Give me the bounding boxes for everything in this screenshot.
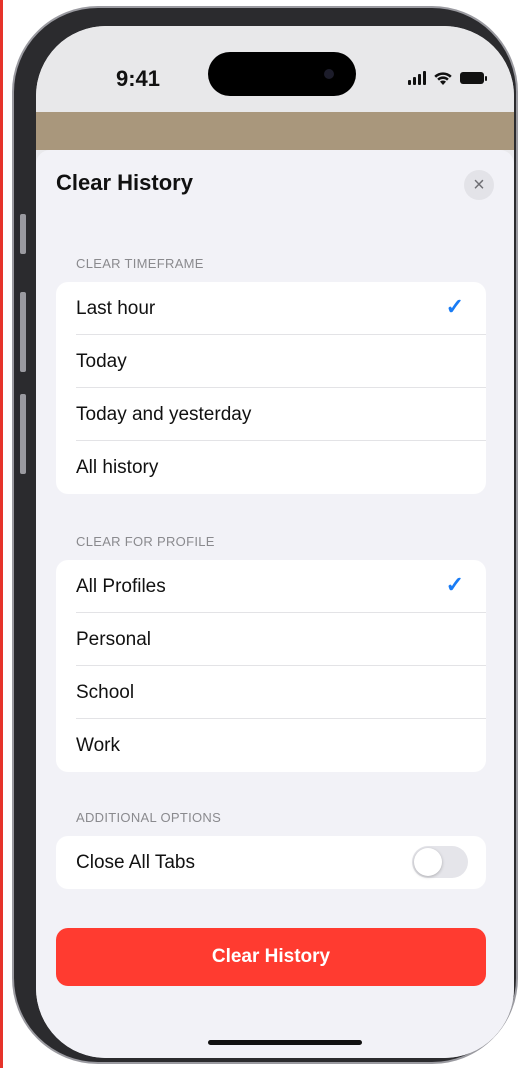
profile-option-all-profiles[interactable]: All Profiles ✓ (56, 560, 486, 613)
timeframe-group: Last hour ✓ Today Today and yesterday Al… (56, 282, 486, 494)
close-button[interactable]: × (464, 170, 494, 200)
option-label: Today (76, 351, 127, 372)
additional-options-group: Close All Tabs (56, 836, 486, 889)
wifi-icon (434, 71, 452, 85)
timeframe-option-today[interactable]: Today (56, 335, 486, 388)
close-all-tabs-toggle[interactable] (412, 846, 468, 878)
option-label: Close All Tabs (76, 852, 195, 873)
profile-option-work[interactable]: Work (56, 719, 486, 772)
checkmark-icon: ✓ (445, 572, 464, 597)
option-label: Last hour (76, 298, 156, 319)
option-label: Today and yesterday (76, 404, 252, 425)
volume-up-button (20, 292, 26, 372)
option-label: Personal (76, 629, 151, 650)
status-icons (408, 70, 487, 86)
clear-history-sheet: Clear History × CLEAR TIMEFRAME Last hou… (36, 150, 514, 1058)
timeframe-option-last-hour[interactable]: Last hour ✓ (56, 282, 486, 335)
home-indicator[interactable] (208, 1040, 362, 1045)
volume-down-button (20, 394, 26, 474)
dynamic-island (208, 52, 356, 96)
red-edge-line (0, 0, 3, 1068)
section-header-additional: ADDITIONAL OPTIONS (76, 810, 222, 825)
profile-option-school[interactable]: School (56, 666, 486, 719)
phone-frame: 9:41 Clear History × CLEAR TIMEFRAME Las… (12, 6, 518, 1064)
checkmark-icon: ✓ (445, 294, 464, 319)
battery-icon (460, 72, 487, 84)
option-label: All Profiles (76, 576, 166, 597)
section-header-timeframe: CLEAR TIMEFRAME (76, 256, 204, 271)
section-header-profile: CLEAR FOR PROFILE (76, 534, 215, 549)
screen: 9:41 Clear History × CLEAR TIMEFRAME Las… (36, 26, 514, 1058)
cellular-signal-icon (408, 71, 426, 85)
camera-dot (324, 69, 334, 79)
status-bar: 9:41 (36, 26, 514, 112)
sheet-title: Clear History (56, 170, 193, 195)
action-button (20, 214, 26, 254)
profile-group: All Profiles ✓ Personal School Work (56, 560, 486, 772)
option-label: All history (76, 457, 159, 478)
close-icon: × (473, 174, 485, 196)
status-time: 9:41 (116, 66, 161, 91)
clear-history-button[interactable]: Clear History (56, 928, 486, 986)
option-label: School (76, 682, 135, 703)
option-label: Work (76, 735, 120, 756)
toggle-knob (414, 848, 442, 876)
timeframe-option-today-and-yesterday[interactable]: Today and yesterday (56, 388, 486, 441)
background-page-strip (36, 112, 514, 150)
close-all-tabs-row: Close All Tabs (56, 836, 486, 889)
timeframe-option-all-history[interactable]: All history (56, 441, 486, 494)
profile-option-personal[interactable]: Personal (56, 613, 486, 666)
